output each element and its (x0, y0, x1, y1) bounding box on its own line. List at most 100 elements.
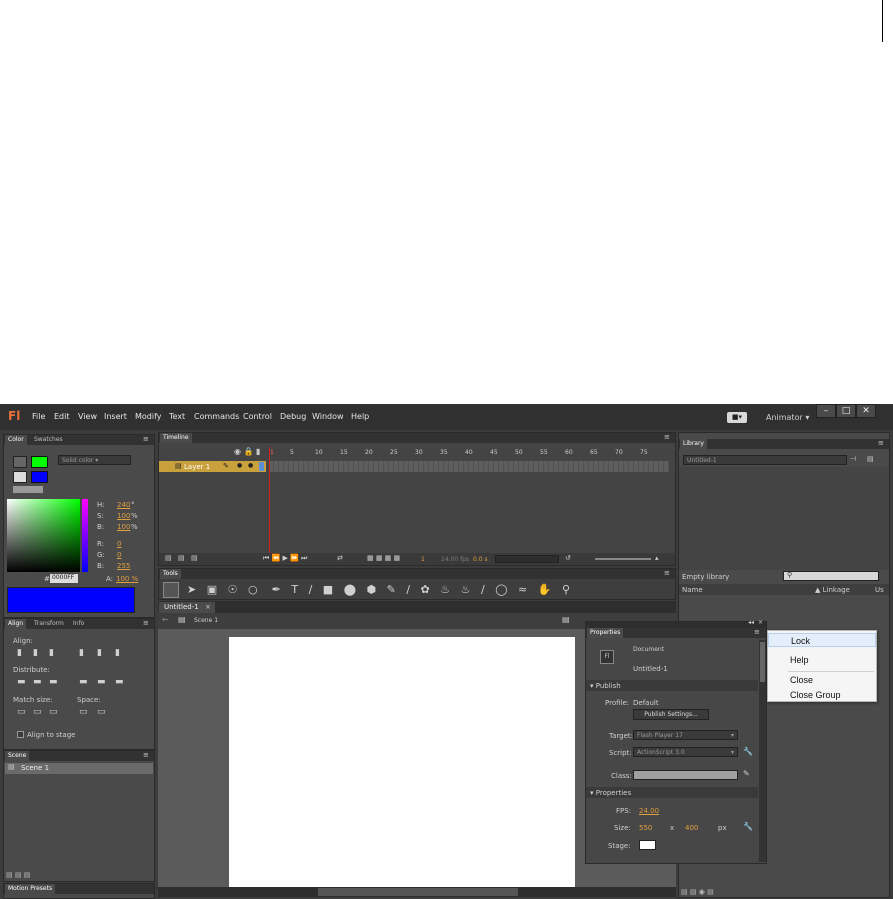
edit-scene-icon[interactable]: ▤ (562, 616, 570, 624)
close-icon[interactable]: × (758, 620, 763, 626)
panel-menu-icon[interactable]: ≡ (664, 434, 670, 441)
library-search-input[interactable]: ⚲ (783, 571, 879, 581)
distribute-v-center-icon[interactable]: ▬ (33, 678, 42, 687)
tab-motion-presets[interactable]: Motion Presets (5, 884, 56, 894)
red-value[interactable]: 0 (117, 540, 121, 548)
edit-class-icon[interactable]: ✎ (743, 770, 750, 778)
zoom-slider[interactable] (595, 558, 651, 560)
collapse-icon[interactable]: ◂◂ (748, 620, 754, 626)
menu-file[interactable]: File (32, 412, 45, 421)
stage-color-swatch[interactable] (639, 840, 656, 850)
stage-horizontal-scrollbar[interactable] (158, 887, 676, 897)
fps-value[interactable]: 24.00 (639, 807, 659, 815)
width-value[interactable]: 550 (639, 824, 652, 832)
onion-skin-icons[interactable]: ▦ ▦ ▦ ▦ (367, 555, 400, 562)
wrench-icon[interactable]: 🔧 (743, 823, 753, 831)
tab-align[interactable]: Align (5, 619, 27, 629)
show-hide-layers-icon[interactable]: ◉ (234, 447, 241, 456)
align-right-icon[interactable]: ▮ (49, 649, 54, 658)
panel-menu-icon[interactable]: ≡ (664, 570, 670, 577)
close-tab-icon[interactable]: × (205, 603, 211, 611)
menu-insert[interactable]: Insert (104, 412, 127, 421)
menu-help[interactable]: Help (351, 412, 369, 421)
lock-layers-icon[interactable]: 🔒 (244, 447, 254, 456)
pen-tool-icon[interactable]: ✒ (272, 583, 281, 596)
bone-tool-icon[interactable]: ✿ (421, 583, 430, 596)
outline-layers-icon[interactable]: ▮ (256, 447, 260, 456)
ink-bottle-tool-icon[interactable]: ♨ (461, 583, 471, 596)
distribute-bottom-icon[interactable]: ▬ (49, 678, 58, 687)
column-use-count[interactable]: Us (875, 586, 884, 594)
free-transform-tool-icon[interactable]: ▣ (207, 583, 217, 596)
height-value[interactable]: 400 (685, 824, 698, 832)
fill-type-dropdown[interactable]: Solid color ▾ (58, 455, 131, 465)
align-left-icon[interactable]: ▮ (17, 649, 22, 658)
duplicate-scene-icon[interactable]: ▤ (6, 871, 13, 879)
zoom-tool-icon[interactable]: ⚲ (562, 583, 570, 596)
tab-swatches[interactable]: Swatches (31, 435, 66, 445)
delete-scene-icon[interactable]: ▤ (24, 871, 31, 879)
layer-name[interactable]: Layer 1 (184, 463, 210, 471)
tab-info[interactable]: Info (70, 619, 87, 629)
alpha-value[interactable]: 100 % (116, 575, 138, 583)
distribute-right-icon[interactable]: ▬ (115, 678, 124, 687)
line-tool-icon[interactable]: ∕ (309, 583, 313, 596)
selection-tool-icon[interactable] (163, 582, 179, 598)
loop-icon[interactable]: ⇄ (337, 555, 343, 562)
distribute-h-center-icon[interactable]: ▬ (97, 678, 106, 687)
frame-track[interactable] (269, 461, 669, 472)
saturation-value[interactable]: 100 (117, 512, 130, 520)
new-library-panel-icon[interactable]: ▤ (867, 456, 874, 463)
tab-scene[interactable]: Scene (5, 751, 30, 761)
align-bottom-icon[interactable]: ▮ (115, 649, 120, 658)
distribute-left-icon[interactable]: ▬ (79, 678, 88, 687)
tab-transform[interactable]: Transform (31, 619, 67, 629)
polystar-tool-icon[interactable]: ⬢ (367, 583, 377, 596)
fill-color-swatch[interactable] (31, 471, 48, 483)
eraser-tool-icon[interactable]: ◯ (495, 583, 507, 596)
align-top-icon[interactable]: ▮ (79, 649, 84, 658)
timeline-scrollbar[interactable] (495, 555, 559, 563)
brightness-value[interactable]: 100 (117, 523, 130, 531)
library-document-dropdown[interactable]: Untitled-1 (683, 455, 847, 465)
panel-menu-icon[interactable]: ≡ (878, 440, 884, 447)
text-tool-icon[interactable]: T (291, 583, 298, 596)
new-layer-icon[interactable]: ▤ (165, 555, 172, 562)
publish-settings-button[interactable]: Publish Settings... (633, 709, 709, 720)
eyedropper-tool-icon[interactable]: ∕ (481, 583, 485, 596)
paint-bucket-tool-icon[interactable]: ♨ (440, 583, 450, 596)
menu-modify[interactable]: Modify (135, 412, 162, 421)
tab-tools[interactable]: Tools (160, 569, 181, 579)
distribute-top-icon[interactable]: ▬ (17, 678, 26, 687)
properties-icon[interactable]: ◉ (699, 888, 705, 896)
properties-vertical-scrollbar[interactable] (759, 640, 766, 862)
match-height-icon[interactable]: ▭ (33, 708, 42, 717)
menu-view[interactable]: View (78, 412, 97, 421)
new-folder-icon[interactable]: ▤ (178, 555, 185, 562)
menu-edit[interactable]: Edit (54, 412, 70, 421)
publish-section-header[interactable]: ▾ Publish (586, 680, 758, 691)
menu-text[interactable]: Text (169, 412, 185, 421)
new-folder-icon[interactable]: ▤ (690, 888, 697, 896)
target-dropdown[interactable]: Flash Player 17 ▾ (633, 730, 738, 740)
delete-icon[interactable]: ▤ (707, 888, 714, 896)
fill-bucket-icon[interactable] (13, 471, 27, 483)
tab-properties[interactable]: Properties (587, 628, 624, 638)
menu-item-lock[interactable]: Lock (768, 633, 876, 647)
column-linkage[interactable]: ▲ Linkage (815, 586, 850, 594)
green-value[interactable]: 0 (117, 551, 121, 559)
layer-row[interactable]: ▤ Layer 1 ✎ ● ● (159, 461, 266, 472)
workspace-switcher-icon[interactable]: ■▾ (727, 412, 747, 423)
oval-tool-icon[interactable]: ⬤ (344, 583, 356, 596)
menu-item-help[interactable]: Help (768, 653, 876, 667)
outline-color-icon[interactable] (259, 462, 264, 471)
rectangle-tool-icon[interactable]: ■ (323, 583, 333, 596)
menu-window[interactable]: Window (312, 412, 344, 421)
minimize-icon[interactable]: – (816, 404, 836, 418)
wrench-icon[interactable]: 🔧 (743, 748, 753, 756)
panel-menu-icon[interactable]: ≡ (143, 436, 149, 443)
hex-input[interactable]: 0000FF (50, 574, 78, 583)
delete-layer-icon[interactable]: ▤ (191, 555, 198, 562)
align-to-stage-checkbox[interactable] (17, 731, 24, 738)
pin-library-icon[interactable]: ⊣ (850, 456, 856, 463)
